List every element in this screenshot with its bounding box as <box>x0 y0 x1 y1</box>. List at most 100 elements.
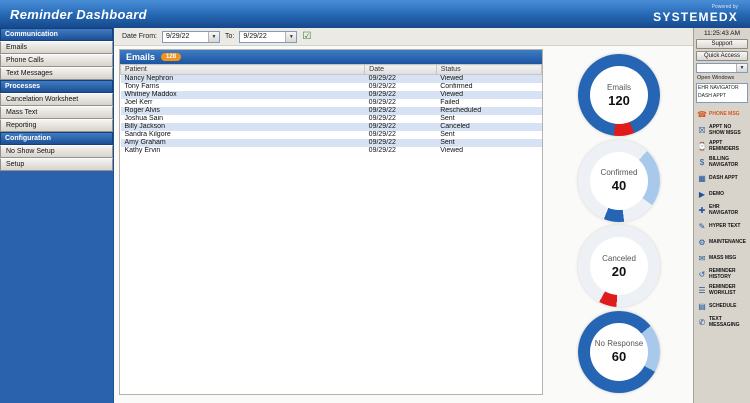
donut-label: Emails <box>607 83 631 92</box>
donut-label: No Response <box>595 339 643 348</box>
open-window-item-dash-appt[interactable]: DASH APPT <box>698 93 746 101</box>
table-row[interactable]: Sandra Kilgore09/29/22Sent <box>121 131 542 139</box>
open-window-item-ehr-navigator[interactable]: EHR NAVIGATOR <box>698 85 746 93</box>
sidebar-item-text-messages[interactable]: Text Messages <box>0 67 113 80</box>
tool-button-appt-reminders[interactable]: ⌚APPT REMINDERS <box>696 139 748 154</box>
right-panel-tools: ☎Phone Msg☒APPT NO SHOW MSGS⌚APPT REMIND… <box>696 107 748 330</box>
table-row[interactable]: Nancy Nephron09/29/22Viewed <box>121 75 542 83</box>
chevron-down-icon[interactable]: ▼ <box>208 32 219 42</box>
sidebar-item-mass-text[interactable]: Mass Text <box>0 106 113 119</box>
sidebar-item-emails[interactable]: Emails <box>0 41 113 54</box>
date-to-value: 9/29/22 <box>243 33 266 40</box>
patient-cell: Billy Jackson <box>121 123 365 131</box>
table-row[interactable]: Tony Farns09/29/22Confirmed <box>121 83 542 91</box>
date-from-select[interactable]: 9/29/22 ▼ <box>162 31 220 43</box>
app-window: Reminder Dashboard Powered by SYSTEMEDX … <box>0 0 750 403</box>
tool-button-dash-appt[interactable]: ▦DASH APPT <box>696 171 748 186</box>
emails-panel-title: Emails <box>126 52 155 62</box>
patient-cell: Joshua Sain <box>121 115 365 123</box>
tool-button-demo[interactable]: ▶DEMO <box>696 187 748 202</box>
donut-value: 60 <box>612 349 626 364</box>
app-header: Reminder Dashboard Powered by SYSTEMEDX <box>0 0 750 28</box>
tool-button-schedule[interactable]: ▤SCHEDULE <box>696 299 748 314</box>
chevron-down-icon[interactable]: ▼ <box>736 64 747 72</box>
tool-button-reminder-history[interactable]: ↺REMINDER HISTORY <box>696 267 748 282</box>
tool-button-phone-msg[interactable]: ☎Phone Msg <box>696 107 748 122</box>
billing-navigator-icon: $ <box>697 159 707 167</box>
date-cell: 09/29/22 <box>365 115 437 123</box>
tool-button-billing-navigator[interactable]: $BILLING NAVIGATOR <box>696 155 748 170</box>
status-cell: Viewed <box>436 91 541 99</box>
tool-button-label: EHR NAVIGATOR <box>709 205 747 217</box>
tool-button-label: APPT NO SHOW MSGS <box>709 125 747 137</box>
reminder-history-icon: ↺ <box>697 271 707 279</box>
emails-table-body: Nancy Nephron09/29/22ViewedTony Farns09/… <box>121 75 542 155</box>
emails-panel-header: Emails 128 <box>120 50 542 64</box>
chevron-down-icon[interactable]: ▼ <box>285 32 296 42</box>
tool-button-ehr-navigator[interactable]: ✚EHR NAVIGATOR <box>696 203 748 218</box>
tool-button-reminder-worklist[interactable]: ☰REMINDER WORKLIST <box>696 283 748 298</box>
date-to-select[interactable]: 9/29/22 ▼ <box>239 31 297 43</box>
date-filter-bar: Date From: 9/29/22 ▼ To: 9/29/22 ▼ ☑ <box>114 28 693 46</box>
donut-hole: Canceled20 <box>590 237 648 295</box>
table-row[interactable]: Kathy Ervin09/29/22Viewed <box>121 147 542 155</box>
donut-value: 120 <box>608 93 630 108</box>
tool-button-maintenance[interactable]: ⚙MAINTENANCE <box>696 235 748 250</box>
date-from-label: Date From: <box>122 33 157 40</box>
date-cell: 09/29/22 <box>365 99 437 107</box>
status-cell: Viewed <box>436 75 541 83</box>
patient-cell: Roger Alvis <box>121 107 365 115</box>
donut-label: Canceled <box>602 254 636 263</box>
right-panel: 11:25:43 AM Support Quick Access ▼ Open … <box>693 28 750 403</box>
table-row[interactable]: Amy Graham09/29/22Sent <box>121 139 542 147</box>
sidebar-item-phone-calls[interactable]: Phone Calls <box>0 54 113 67</box>
column-header-patient[interactable]: Patient <box>121 65 365 75</box>
table-row[interactable]: Joel Kerr09/29/22Failed <box>121 99 542 107</box>
column-header-status[interactable]: Status <box>436 65 541 75</box>
sidebar-item-cancelation-worksheet[interactable]: Cancelation Worksheet <box>0 93 113 106</box>
table-row[interactable]: Roger Alvis09/29/22Rescheduled <box>121 107 542 115</box>
quick-access-select[interactable]: ▼ <box>696 63 748 73</box>
tool-button-label: Phone Msg <box>709 112 740 118</box>
status-cell: Failed <box>436 99 541 107</box>
dash-appt-icon: ▦ <box>697 175 707 183</box>
status-cell: Viewed <box>436 147 541 155</box>
table-row[interactable]: Joshua Sain09/29/22Sent <box>121 115 542 123</box>
table-row[interactable]: Whitney Maddox09/29/22Viewed <box>121 91 542 99</box>
sidebar-item-no-show-setup[interactable]: No Show Setup <box>0 145 113 158</box>
donut-value: 40 <box>612 178 626 193</box>
left-nav: CommunicationEmailsPhone CallsText Messa… <box>0 28 113 403</box>
quick-access-button[interactable]: Quick Access <box>696 51 748 61</box>
sidebar-item-reporting[interactable]: Reporting <box>0 119 113 132</box>
date-cell: 09/29/22 <box>365 75 437 83</box>
patient-cell: Kathy Ervin <box>121 147 365 155</box>
date-to-label: To: <box>225 33 234 40</box>
mass-msg-icon: ✉ <box>697 255 707 263</box>
status-cell: Canceled <box>436 123 541 131</box>
sidebar-item-setup[interactable]: Setup <box>0 158 113 171</box>
tool-button-label: MASS MSG <box>709 256 736 262</box>
donut-value: 20 <box>612 264 626 279</box>
support-button[interactable]: Support <box>696 39 748 49</box>
tool-button-hyper-text[interactable]: ✎HYPER TEXT <box>696 219 748 234</box>
tool-button-appt-no-show-msgs[interactable]: ☒APPT NO SHOW MSGS <box>696 123 748 138</box>
tool-button-label: DASH APPT <box>709 176 738 182</box>
patient-cell: Joel Kerr <box>121 99 365 107</box>
table-row[interactable]: Billy Jackson09/29/22Canceled <box>121 123 542 131</box>
tool-button-text-messaging[interactable]: ✆TEXT MESSAGING <box>696 315 748 330</box>
app-body: CommunicationEmailsPhone CallsText Messa… <box>0 28 750 403</box>
date-cell: 09/29/22 <box>365 91 437 99</box>
apply-date-filter-icon[interactable]: ☑ <box>302 32 311 42</box>
tool-button-mass-msg[interactable]: ✉MASS MSG <box>696 251 748 266</box>
column-header-date[interactable]: Date <box>365 65 437 75</box>
date-cell: 09/29/22 <box>365 139 437 147</box>
tool-button-label: HYPER TEXT <box>709 224 740 230</box>
systemedx-logo: SYSTEMEDX <box>653 11 738 23</box>
tool-button-label: REMINDER HISTORY <box>709 269 747 281</box>
status-cell: Sent <box>436 139 541 147</box>
donut-charts: Emails120Confirmed40Canceled20No Respons… <box>549 49 689 395</box>
open-windows-label: Open Windows <box>696 75 748 81</box>
status-cell: Sent <box>436 115 541 123</box>
status-cell: Rescheduled <box>436 107 541 115</box>
date-from-value: 9/29/22 <box>166 33 189 40</box>
